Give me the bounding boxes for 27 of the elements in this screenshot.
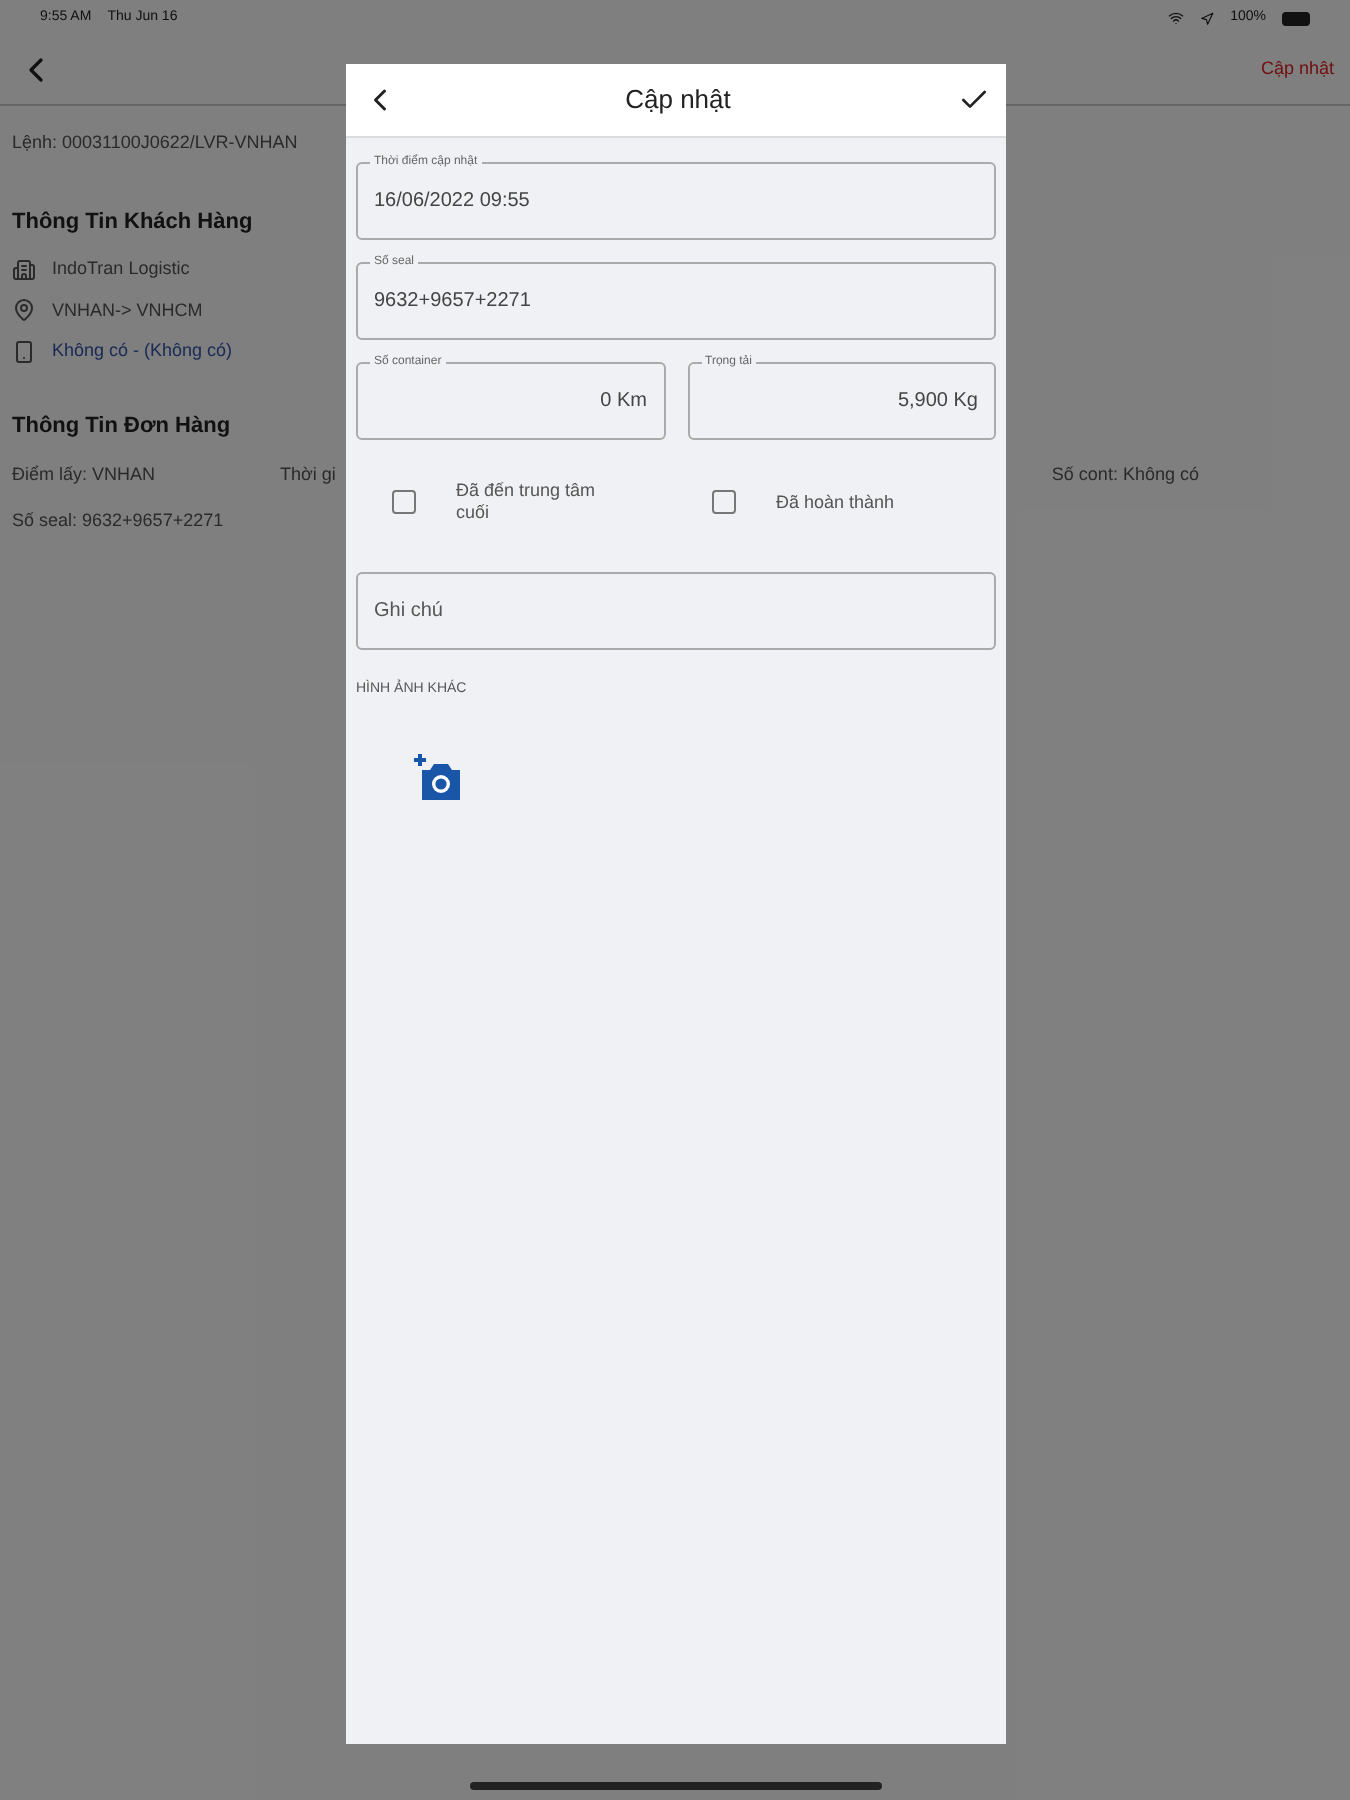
container-text: Số cont: Không có	[1051, 462, 1199, 488]
company-icon	[12, 257, 36, 282]
time-text: Thời gi	[280, 462, 336, 488]
phone-icon	[12, 339, 36, 364]
checkbox[interactable]	[712, 490, 736, 514]
seal-text: Số seal: 9632+9657+2271	[12, 507, 224, 533]
dialog-title: Cập nhật	[623, 82, 733, 119]
field-value: 0 Km	[600, 388, 647, 416]
section-title: Thông Tin Khách Hàng	[12, 207, 255, 237]
order-number: Lệnh: 00031100J0622/LVR-VNHAN	[12, 130, 300, 156]
add-photo-icon[interactable]	[410, 751, 464, 803]
phone-link[interactable]: Không có - (Không có)	[52, 338, 233, 365]
field-value: 5,900 Kg	[897, 388, 978, 416]
wifi-icon	[1168, 10, 1185, 26]
info-text: VNHAN-> VNHCM	[52, 297, 203, 323]
info-text: IndoTran Logistic	[52, 256, 190, 282]
section-title: Thông Tin Đơn Hàng	[12, 411, 233, 441]
route-icon	[12, 298, 36, 323]
field-value: 16/06/2022 09:55	[374, 188, 530, 216]
checkbox-label: Đã hoàn thành	[776, 491, 897, 513]
battery-icon	[1282, 11, 1310, 25]
location-icon	[1200, 11, 1215, 25]
note-field[interactable]: Ghi chú	[356, 572, 996, 650]
field-value: 9632+9657+2271	[374, 288, 531, 316]
checkbox[interactable]	[392, 490, 416, 514]
pickup-text: Điểm lấy: VNHAN	[12, 462, 158, 488]
checkbox-label: Đã đến trung tâm cuối	[456, 480, 598, 524]
